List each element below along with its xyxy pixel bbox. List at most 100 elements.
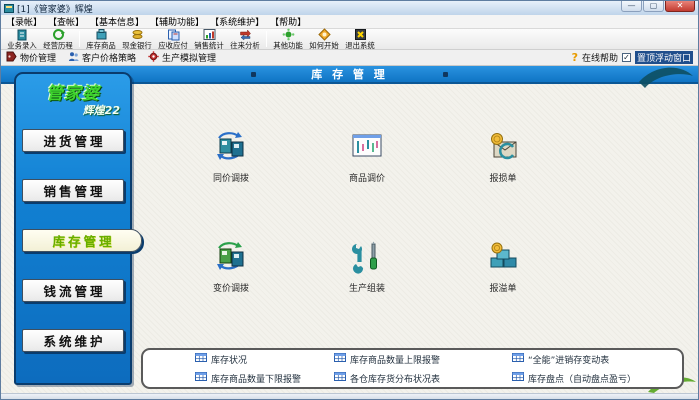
toolbar-button-label: 现金银行 [122, 41, 151, 49]
maximize-button[interactable]: ▢ [643, 1, 664, 12]
toolbar-button-sales-statistics[interactable]: 销售统计 [191, 29, 227, 49]
toolbar-button-label: 客户价格策略 [82, 51, 136, 64]
shortcut-label: 变价调拨 [213, 281, 249, 294]
link-warehouse-distribution-report[interactable]: 各仓库存货分布状况表 [334, 372, 512, 384]
toolbar-separator [79, 31, 80, 47]
toolbar-button-how-to-start[interactable]: 如何开始 [306, 29, 342, 49]
business-entry-icon [16, 28, 29, 41]
shortcut-goods-reprice[interactable]: 商品调价 [317, 130, 417, 184]
close-button[interactable]: ✕ [665, 1, 695, 12]
shortcut-label: 报溢单 [489, 281, 516, 294]
sidebar-item-maintenance[interactable]: 系统维护 [22, 329, 124, 352]
main-area: 库 存 管 理 管家婆 辉煌22 进货管理 销售管理 库存管理 钱流管理 系统维… [1, 66, 698, 393]
loss-report-icon [485, 130, 521, 168]
status-strip [1, 393, 698, 399]
toolbar-button-receivable-payable[interactable]: 应收应付 [155, 29, 191, 49]
toolbar-button-label: 经营历程 [43, 41, 72, 49]
customer-icon [68, 51, 79, 65]
other-functions-icon [282, 28, 295, 41]
dealings-analysis-icon [239, 28, 252, 41]
report-links-panel: 库存状况 库存商品数量上限报警 “全能”进销存变动表 库存商品数量下限报警 各仓… [141, 348, 684, 389]
link-omnipotent-flow-report[interactable]: “全能”进销存变动表 [512, 353, 676, 365]
menu-item-record[interactable]: 【录帐】 [6, 15, 42, 28]
menu-bar: 【录帐】 【查帐】 【基本信息】 【辅助功能】 【系统维护】 【帮助】 [1, 15, 698, 29]
toolbar-button-label: 生产模拟管理 [162, 51, 216, 64]
shortcut-area: 同价调拨 商品调价 报损单 变价调拨 生产组装 报溢单 [133, 84, 698, 345]
toolbar-button-inventory-goods[interactable]: 库存商品 [83, 29, 119, 49]
link-stock-upper-limit-alert[interactable]: 库存商品数量上限报警 [334, 353, 512, 365]
brand-logo-text: 管家婆 [16, 79, 130, 104]
shortcut-label: 生产组装 [349, 281, 385, 294]
toolbar-button-customer-price-strategy[interactable]: 客户价格策略 [68, 51, 136, 65]
toolbar-button-label: 库存商品 [86, 41, 115, 49]
shortcut-label: 商品调价 [349, 171, 385, 184]
menu-item-query[interactable]: 【查帐】 [48, 15, 84, 28]
link-label: 库存商品数量上限报警 [350, 353, 440, 365]
shortcut-same-price-transfer[interactable]: 同价调拨 [181, 130, 281, 184]
link-stock-lower-limit-alert[interactable]: 库存商品数量下限报警 [195, 372, 334, 384]
link-label: 库存商品数量下限报警 [211, 372, 301, 384]
table-icon [512, 353, 524, 365]
toolbar-button-label: 销售统计 [194, 41, 223, 49]
link-inventory-status[interactable]: 库存状况 [195, 353, 334, 365]
sidebar-item-sales[interactable]: 销售管理 [22, 179, 124, 202]
shortcut-label: 报损单 [489, 171, 516, 184]
sidebar-item-purchase[interactable]: 进货管理 [22, 129, 124, 152]
cash-bank-icon [131, 28, 144, 41]
secondary-toolbar: 物价管理 客户价格策略 生产模拟管理 ? 在线帮助 ✓ 置顶浮动窗口 [1, 50, 698, 66]
toolbar-button-other-functions[interactable]: 其他功能 [270, 29, 306, 49]
production-assembly-icon [349, 240, 385, 278]
window-title: [1]《管家婆》辉煌 [17, 2, 93, 15]
help-question-icon: ? [572, 51, 578, 64]
title-bar: [1]《管家婆》辉煌 — ▢ ✕ [1, 1, 698, 15]
toolbar-button-business-entry[interactable]: 业务录入 [4, 29, 40, 49]
link-label: 各仓库存货分布状况表 [350, 372, 440, 384]
table-icon [512, 372, 524, 384]
window-controls: — ▢ ✕ [621, 1, 695, 12]
topmost-checkbox[interactable]: ✓ [622, 53, 631, 62]
sidebar-item-inventory[interactable]: 库存管理 [22, 229, 142, 252]
table-icon [334, 353, 346, 365]
toolbar-button-label: 物价管理 [20, 51, 56, 64]
receivable-payable-icon [167, 28, 180, 41]
table-icon [195, 372, 207, 384]
inventory-goods-icon [95, 28, 108, 41]
toolbar-button-production-template-management[interactable]: 生产模拟管理 [148, 51, 216, 65]
page-title: 库 存 管 理 [311, 66, 388, 82]
minimize-button[interactable]: — [621, 1, 642, 12]
link-label: “全能”进销存变动表 [528, 353, 609, 365]
toolbar-button-cash-bank[interactable]: 现金银行 [119, 29, 155, 49]
same-price-transfer-icon [213, 130, 249, 168]
shortcut-overflow-report[interactable]: 报溢单 [453, 240, 553, 294]
toolbar-button-label: 如何开始 [309, 41, 338, 49]
menu-item-help[interactable]: 【帮助】 [270, 15, 306, 28]
sidebar: 管家婆 辉煌22 进货管理 销售管理 库存管理 钱流管理 系统维护 [14, 72, 132, 385]
overflow-report-icon [485, 240, 521, 278]
menu-item-auxiliary-functions[interactable]: 【辅助功能】 [150, 15, 204, 28]
shortcut-production-assembly[interactable]: 生产组装 [317, 240, 417, 294]
operation-history-icon [52, 28, 65, 41]
header-decor-dot [251, 72, 256, 77]
toolbar-button-label: 应收应付 [158, 41, 187, 49]
decor-swoosh-top-right [637, 62, 695, 90]
toolbar-button-operation-history[interactable]: 经营历程 [40, 29, 76, 49]
menu-item-system-maintenance[interactable]: 【系统维护】 [210, 15, 264, 28]
toolbar-button-dealings-analysis[interactable]: 往来分析 [227, 29, 263, 49]
toolbar-button-exit-system[interactable]: 退出系统 [342, 29, 378, 49]
toolbar-button-label: 往来分析 [230, 41, 259, 49]
exit-system-icon [354, 28, 367, 41]
gear-icon [148, 51, 159, 65]
shortcut-changed-price-transfer[interactable]: 变价调拨 [181, 240, 281, 294]
link-stocktaking[interactable]: 库存盘点（自动盘点盈亏） [512, 372, 676, 384]
online-help-link[interactable]: 在线帮助 [582, 51, 618, 64]
how-to-start-icon [318, 28, 331, 41]
shortcut-loss-report[interactable]: 报损单 [453, 130, 553, 184]
toolbar-separator [266, 31, 267, 47]
table-icon [334, 372, 346, 384]
brand-logo: 管家婆 辉煌22 [16, 79, 130, 118]
toolbar-button-price-management[interactable]: 物价管理 [6, 51, 56, 65]
sidebar-item-cashflow[interactable]: 钱流管理 [22, 279, 124, 302]
link-label: 库存盘点（自动盘点盈亏） [528, 372, 636, 384]
sales-statistics-icon [203, 28, 216, 41]
menu-item-basic-info[interactable]: 【基本信息】 [90, 15, 144, 28]
